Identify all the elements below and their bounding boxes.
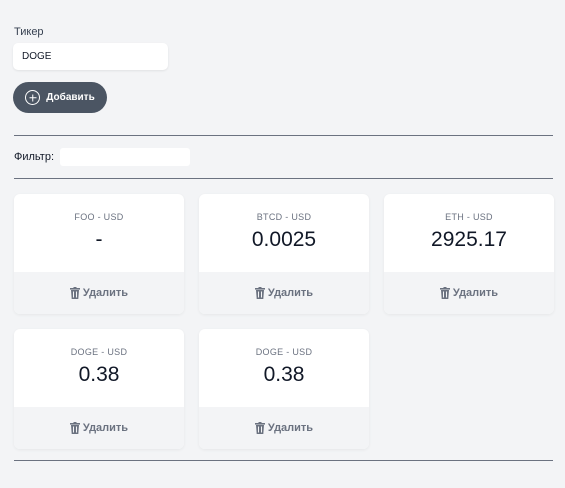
ticker-price: - <box>95 228 103 251</box>
filter-input[interactable] <box>60 148 190 166</box>
delete-button[interactable]: Удалить <box>199 407 369 449</box>
delete-button[interactable]: Удалить <box>14 272 184 314</box>
filter-label: Фильтр: <box>14 151 55 163</box>
ticker-price: 0.38 <box>263 363 305 386</box>
ticker-card[interactable]: FOO - USD - Удалить <box>14 194 184 314</box>
divider-middle <box>14 178 553 179</box>
ticker-price: 0.38 <box>78 363 120 386</box>
ticker-price: 0.0025 <box>251 228 317 251</box>
trash-icon <box>254 422 265 434</box>
ticker-input[interactable] <box>13 43 168 70</box>
divider-top <box>14 135 553 136</box>
trash-icon <box>69 422 80 434</box>
ticker-label: Тикер <box>14 26 44 38</box>
ticker-card-body[interactable]: FOO - USD - <box>14 194 184 272</box>
delete-label: Удалить <box>267 422 314 434</box>
delete-label: Удалить <box>452 287 499 299</box>
ticker-card-body[interactable]: DOGE - USD 0.38 <box>199 329 369 407</box>
add-button[interactable]: Добавить <box>13 82 107 113</box>
delete-label: Удалить <box>267 287 314 299</box>
ticker-pair: ETH - USD <box>445 212 493 222</box>
add-button-label: Добавить <box>46 92 95 103</box>
delete-button[interactable]: Удалить <box>14 407 184 449</box>
ticker-pair: FOO - USD <box>74 212 124 222</box>
delete-label: Удалить <box>82 422 129 434</box>
divider-bottom <box>14 460 553 461</box>
trash-icon <box>69 287 80 299</box>
trash-icon <box>439 287 450 299</box>
ticker-price: 2925.17 <box>431 228 507 251</box>
ticker-pair: DOGE - USD <box>70 347 128 357</box>
ticker-card-body[interactable]: BTCD - USD 0.0025 <box>199 194 369 272</box>
ticker-card[interactable]: ETH - USD 2925.17 Удалить <box>384 194 554 314</box>
ticker-card[interactable]: BTCD - USD 0.0025 Удалить <box>199 194 369 314</box>
ticker-card[interactable]: DOGE - USD 0.38 Удалить <box>199 329 369 449</box>
trash-icon <box>254 287 265 299</box>
ticker-card-body[interactable]: ETH - USD 2925.17 <box>384 194 554 272</box>
delete-label: Удалить <box>82 287 129 299</box>
delete-button[interactable]: Удалить <box>199 272 369 314</box>
ticker-card-body[interactable]: DOGE - USD 0.38 <box>14 329 184 407</box>
plus-circle-icon <box>25 90 41 105</box>
delete-button[interactable]: Удалить <box>384 272 554 314</box>
ticker-pair: DOGE - USD <box>255 347 313 357</box>
ticker-card[interactable]: DOGE - USD 0.38 Удалить <box>14 329 184 449</box>
ticker-pair: BTCD - USD <box>256 212 312 222</box>
